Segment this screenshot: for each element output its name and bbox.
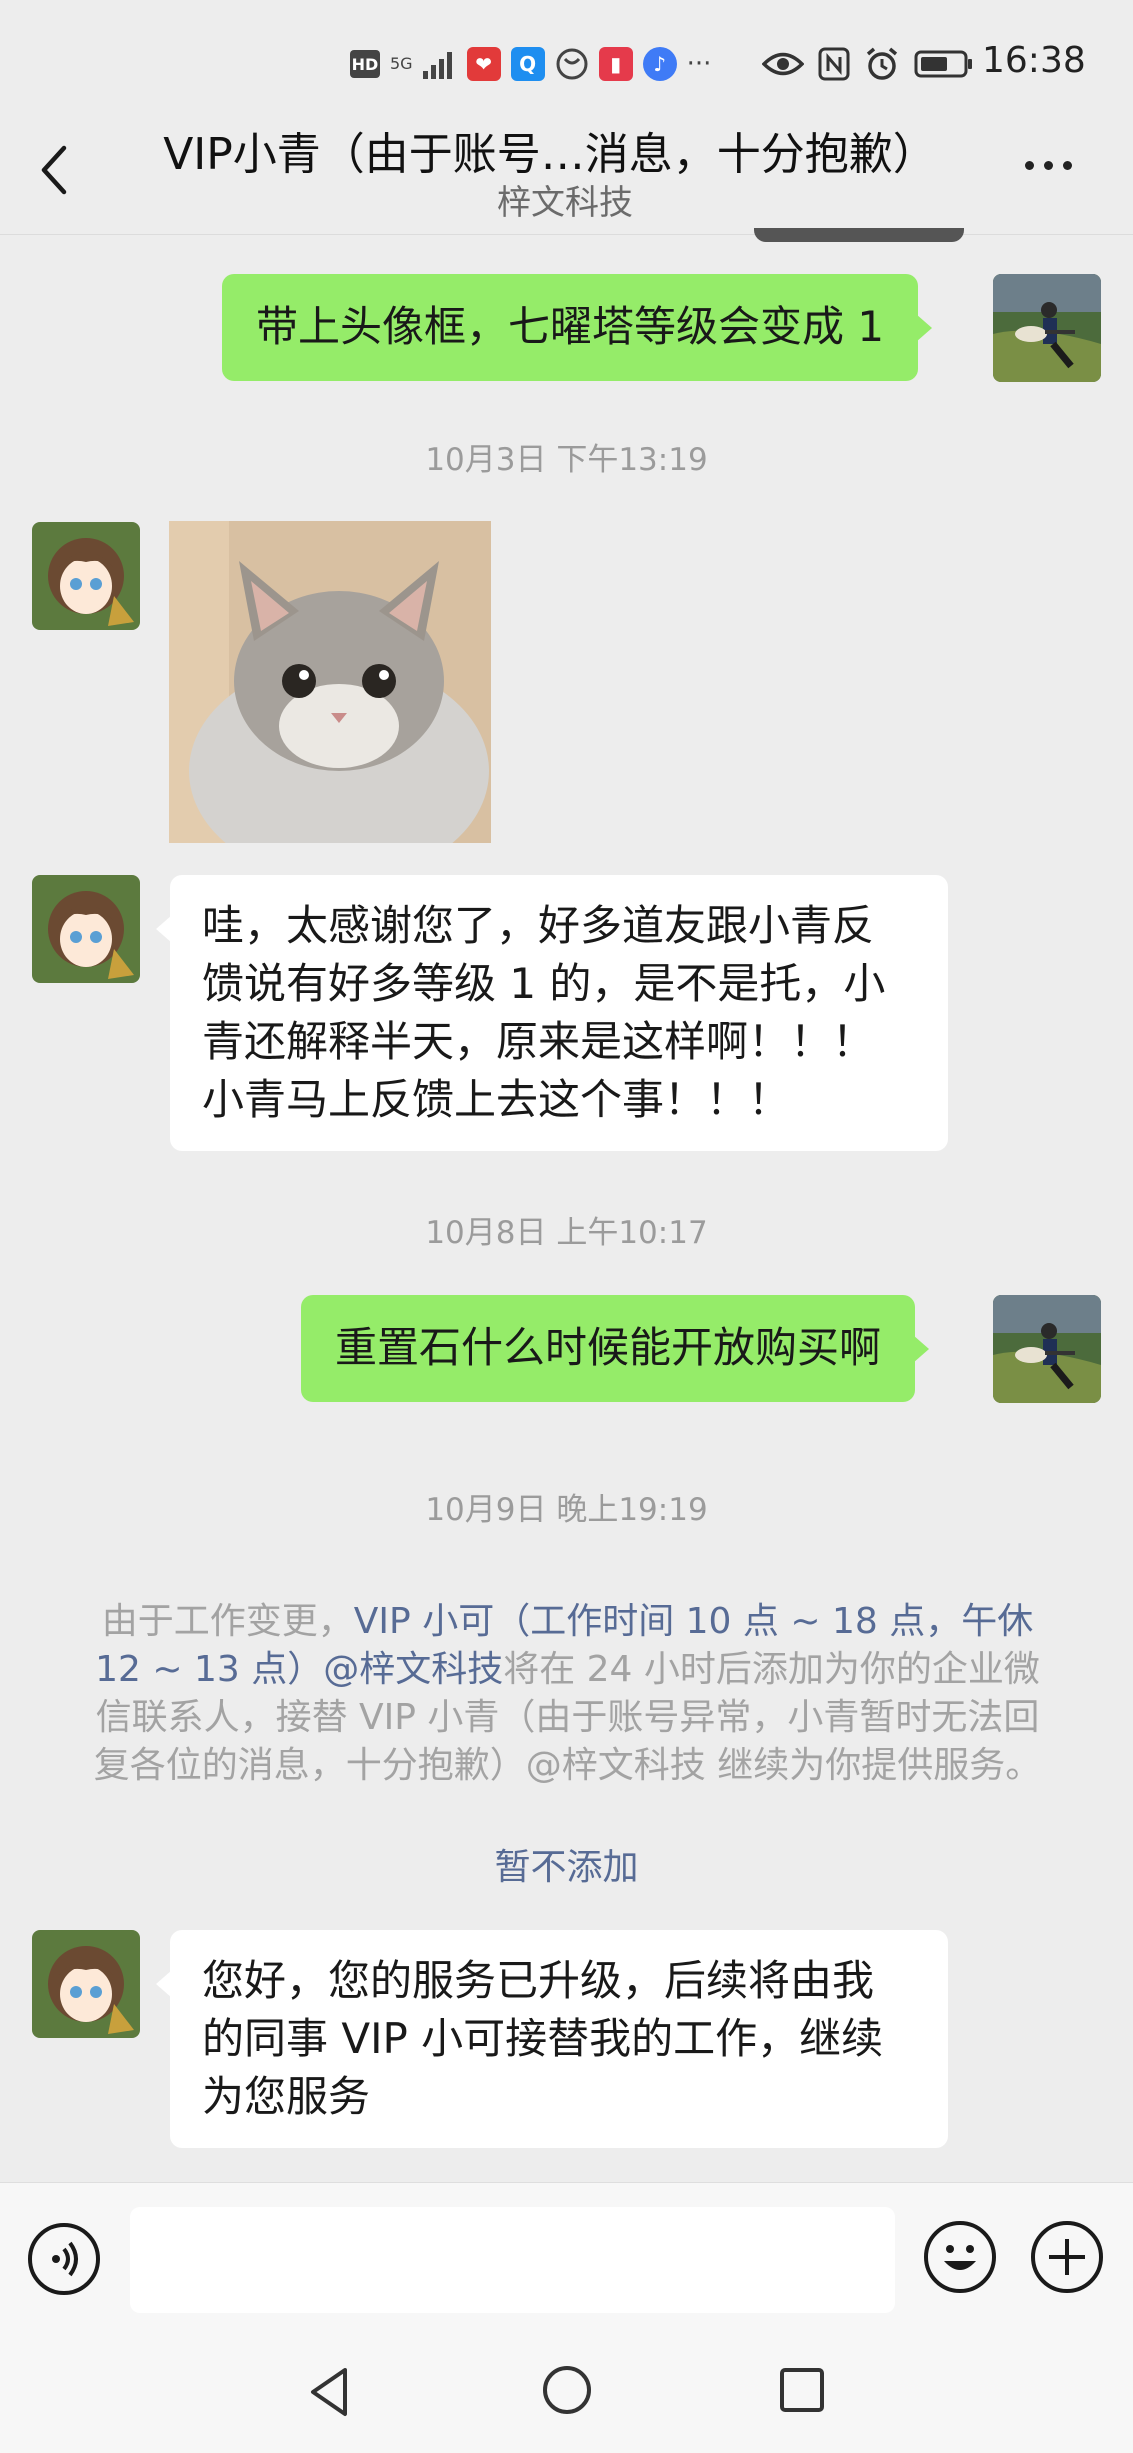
message-line: 哇，太感谢您了，好多道友跟小青反	[202, 901, 875, 950]
nfc-icon	[818, 47, 850, 81]
message-line: 的同事 VIP 小可接替我的工作，继续	[202, 2014, 884, 2063]
recents-square-icon[interactable]	[778, 2364, 826, 2416]
battery-icon	[914, 50, 972, 78]
outgoing-message-bubble[interactable]: 重置石什么时候能开放购买啊	[301, 1295, 930, 1402]
browser-icon	[556, 48, 588, 80]
status-icons-right	[762, 42, 974, 86]
message-line: 馈说有好多等级 1 的，是不是托，小	[202, 959, 886, 1008]
message-text: 重置石什么时候能开放购买啊	[335, 1323, 882, 1372]
message-line: 为您服务	[202, 2072, 371, 2121]
message-line: 青还解释半天，原来是这样啊！！！	[202, 1017, 875, 1066]
anime-girl-avatar-icon	[32, 522, 140, 630]
notice-text: 由于工作变更，	[101, 1601, 354, 1642]
message-line: 您好，您的服务已升级，后续将由我	[202, 1956, 875, 2005]
system-notice: 由于工作变更，VIP 小可（工作时间 10 点 ~ 18 点，午休 12 ~ 1…	[90, 1598, 1045, 1790]
image-message[interactable]	[169, 521, 491, 843]
more-notifications-icon: ···	[686, 49, 712, 79]
chat-subtitle: 梓文科技	[497, 183, 633, 223]
eye-icon	[762, 52, 804, 76]
previous-message-edge	[754, 228, 964, 242]
search-app-icon: Q	[510, 47, 545, 81]
plus-sign-icon	[1049, 2239, 1085, 2275]
guitar-player-avatar-icon	[993, 1295, 1101, 1403]
chat-header: VIP小青（由于账号…消息，十分抱歉） 梓文科技	[0, 100, 1133, 235]
cat-sticker-icon	[169, 521, 491, 843]
status-icons-left: HD 5G ❤ Q ▮ ♪ ···	[350, 42, 711, 86]
outgoing-message-bubble[interactable]: 带上头像框，七曜塔等级会变成 1	[222, 274, 933, 381]
hd-icon: HD	[350, 50, 380, 78]
message-line: 小青马上反馈上去这个事！！！	[202, 1075, 791, 1124]
timestamp: 10月3日 下午13:19	[425, 442, 708, 478]
more-options-icon[interactable]	[1025, 150, 1085, 180]
my-avatar[interactable]	[993, 1295, 1101, 1403]
music-app-icon: ♪	[642, 47, 677, 81]
smiley-face-icon	[944, 2245, 976, 2270]
anime-girl-avatar-icon	[32, 875, 140, 983]
clock: 16:38	[982, 40, 1086, 81]
plus-icon[interactable]	[1031, 2221, 1103, 2293]
decline-add-link[interactable]: 暂不添加	[0, 1838, 1133, 1890]
anime-girl-avatar-icon	[32, 1930, 140, 2038]
back-triangle-icon[interactable]	[305, 2364, 353, 2420]
chat-input-bar	[0, 2182, 1133, 2332]
voice-wave-icon	[52, 2241, 78, 2277]
alarm-icon	[866, 47, 898, 80]
incoming-message-bubble[interactable]: 您好，您的服务已升级，后续将由我 的同事 VIP 小可接替我的工作，继续 为您服…	[156, 1930, 948, 2148]
my-avatar[interactable]	[993, 274, 1101, 382]
network-type-label: 5G	[390, 54, 413, 73]
back-arrow-icon[interactable]	[30, 140, 80, 200]
timestamp: 10月9日 晚上19:19	[425, 1492, 708, 1528]
message-input[interactable]	[130, 2207, 895, 2313]
contact-avatar[interactable]	[32, 1930, 140, 2038]
timestamp: 10月8日 上午10:17	[425, 1215, 708, 1251]
voice-icon[interactable]	[28, 2223, 100, 2295]
system-navigation-bar	[0, 2332, 1133, 2453]
app-icon-red: ❤	[466, 47, 501, 81]
incoming-message-bubble[interactable]: 哇，太感谢您了，好多道友跟小青反 馈说有好多等级 1 的，是不是托，小 青还解释…	[156, 875, 948, 1151]
home-circle-icon[interactable]	[539, 2362, 595, 2418]
signal-icon	[422, 52, 452, 79]
guitar-player-avatar-icon	[993, 274, 1101, 382]
contact-avatar[interactable]	[32, 875, 140, 983]
chat-title: VIP小青（由于账号…消息，十分抱歉）	[163, 129, 937, 180]
contact-avatar[interactable]	[32, 522, 140, 630]
book-app-icon: ▮	[598, 47, 633, 81]
message-text: 带上头像框，七曜塔等级会变成 1	[256, 302, 885, 351]
emoji-icon[interactable]	[924, 2221, 996, 2293]
